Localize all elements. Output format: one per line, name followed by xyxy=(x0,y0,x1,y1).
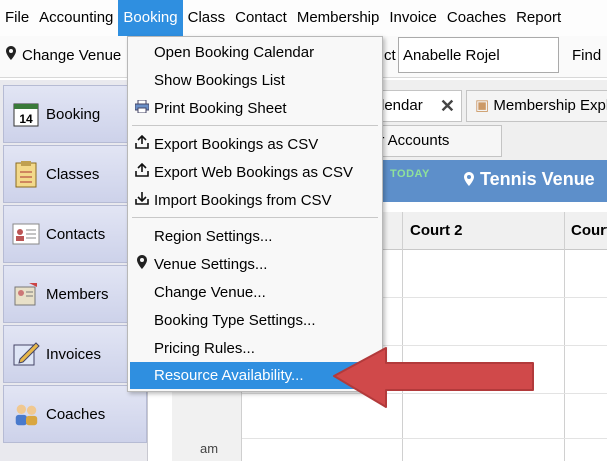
invoice-icon xyxy=(12,340,40,368)
menu-accounting[interactable]: Accounting xyxy=(34,0,118,36)
menu-item-booking-type-settings[interactable]: Booking Type Settings... xyxy=(128,307,382,334)
time-label: am xyxy=(200,441,219,456)
client-label: ct xyxy=(384,47,396,64)
location-pin-icon xyxy=(6,46,16,64)
sidebar-item-label: Contacts xyxy=(46,225,106,243)
menu-bar: File Accounting Booking Class Contact Me… xyxy=(0,0,607,36)
sidebar-item-classes[interactable]: Classes xyxy=(3,145,147,203)
export-icon xyxy=(134,131,150,158)
sidebar-item-contacts[interactable]: Contacts xyxy=(3,205,147,263)
sidebar-item-label: Classes xyxy=(46,165,100,183)
location-pin-icon xyxy=(464,172,474,186)
venue-title: Tennis Venue xyxy=(464,169,595,190)
tab-membership-explorer[interactable]: ▣ Membership Expl xyxy=(466,90,607,122)
venue-name: Tennis Venue xyxy=(480,169,595,189)
change-venue-label: Change Venue xyxy=(22,46,122,64)
menu-item-export-web-bookings-csv[interactable]: Export Web Bookings as CSV xyxy=(128,159,382,186)
close-icon[interactable]: ✕ xyxy=(440,91,455,121)
svg-text:14: 14 xyxy=(19,112,33,126)
tab-label: Membership Expl xyxy=(493,97,607,114)
menu-file[interactable]: File xyxy=(0,0,34,36)
sidebar: 14 Booking Classes Contacts Members Invo… xyxy=(0,80,148,461)
menu-class[interactable]: Class xyxy=(183,0,231,36)
sidebar-item-label: Invoices xyxy=(46,345,102,363)
client-search-input[interactable] xyxy=(398,37,559,73)
members-icon xyxy=(12,280,40,308)
menu-report[interactable]: Report xyxy=(511,0,566,36)
change-venue-button[interactable]: Change Venue xyxy=(6,46,121,64)
menu-item-region-settings[interactable]: Region Settings... xyxy=(128,223,382,250)
menu-item-venue-settings[interactable]: Venue Settings... xyxy=(128,251,382,278)
menu-invoice[interactable]: Invoice xyxy=(384,0,442,36)
menu-contact[interactable]: Contact xyxy=(230,0,292,36)
import-icon xyxy=(134,187,150,214)
menu-item-open-booking-calendar[interactable]: Open Booking Calendar xyxy=(128,39,382,66)
sidebar-item-booking[interactable]: 14 Booking xyxy=(3,85,147,143)
find-button[interactable]: Find xyxy=(572,47,601,64)
menu-item-print-booking-sheet[interactable]: Print Booking Sheet xyxy=(128,95,382,122)
menu-item-show-bookings-list[interactable]: Show Bookings List xyxy=(128,67,382,94)
menu-item-export-bookings-csv[interactable]: Export Bookings as CSV xyxy=(128,131,382,158)
clipboard-icon xyxy=(12,160,40,188)
sidebar-item-label: Members xyxy=(46,285,109,303)
sidebar-item-label: Coaches xyxy=(46,405,106,423)
annotation-arrow xyxy=(333,347,534,408)
tab-label: lendar xyxy=(381,97,423,114)
sidebar-item-label: Booking xyxy=(46,105,101,123)
location-pin-icon xyxy=(134,251,150,278)
menu-coaches[interactable]: Coaches xyxy=(442,0,511,36)
calendar-icon: 14 xyxy=(12,100,40,128)
court-header: Court 2 xyxy=(410,222,463,239)
menu-booking[interactable]: Booking xyxy=(118,0,183,36)
sidebar-item-coaches[interactable]: Coaches xyxy=(3,385,147,443)
menu-membership[interactable]: Membership xyxy=(292,0,385,36)
printer-icon xyxy=(134,95,150,122)
export-icon xyxy=(134,159,150,186)
court-header: Court xyxy=(571,222,607,239)
today-button[interactable]: TODAY xyxy=(390,168,430,180)
contact-card-icon xyxy=(12,220,40,248)
menu-item-change-venue[interactable]: Change Venue... xyxy=(128,279,382,306)
sidebar-item-invoices[interactable]: Invoices xyxy=(3,325,147,383)
membership-tab-icon: ▣ xyxy=(475,97,490,114)
tab-accounts[interactable]: er Accounts xyxy=(362,125,502,157)
booking-dropdown-menu: Open Booking Calendar Show Bookings List… xyxy=(127,36,383,392)
sidebar-item-members[interactable]: Members xyxy=(3,265,147,323)
coaches-icon xyxy=(12,400,40,428)
menu-item-import-bookings-csv[interactable]: Import Bookings from CSV xyxy=(128,187,382,214)
